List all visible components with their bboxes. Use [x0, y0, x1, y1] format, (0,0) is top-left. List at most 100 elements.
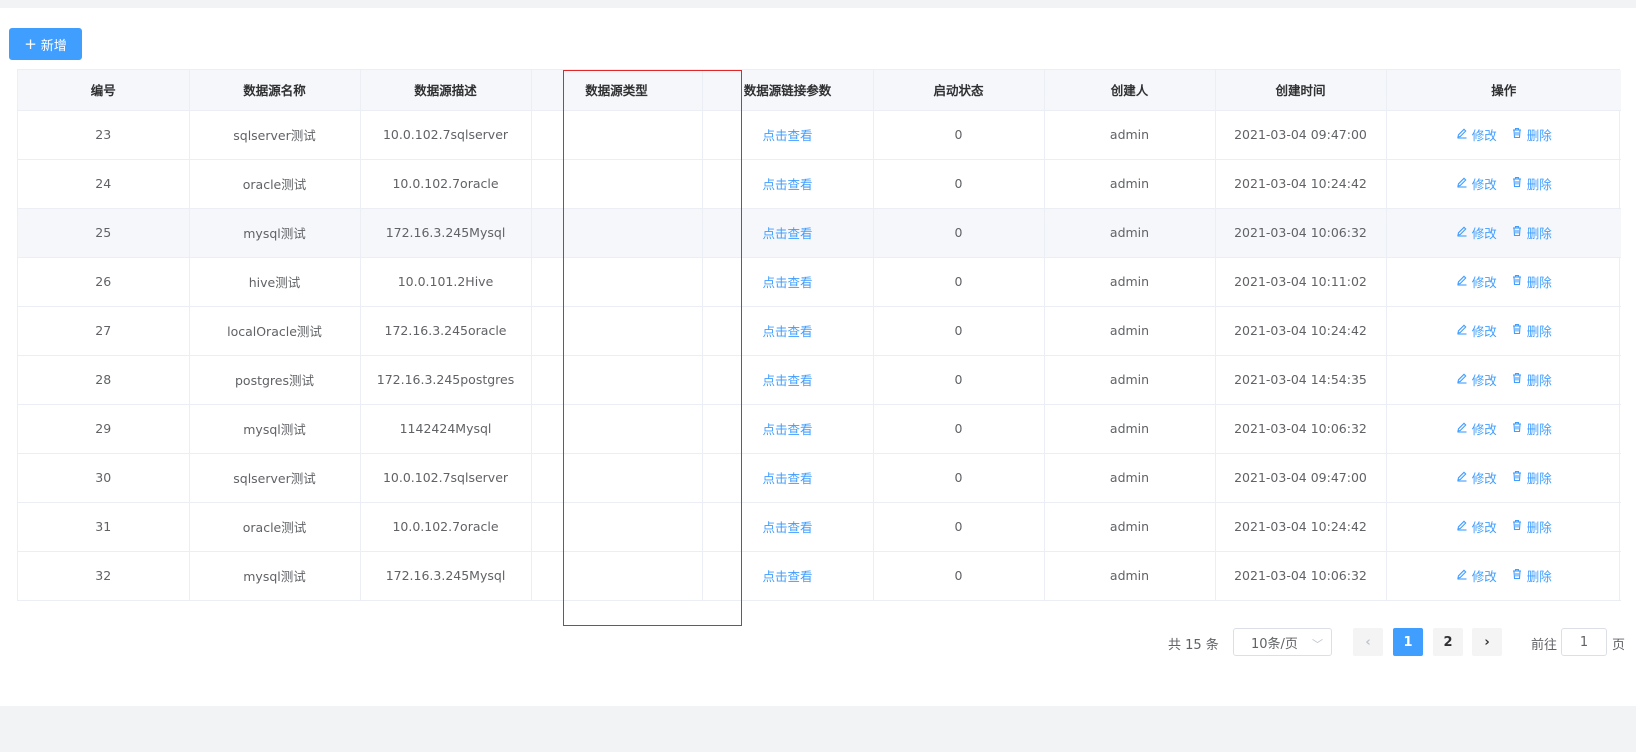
delete-label: 删除 [1526, 373, 1552, 388]
view-link[interactable]: 点击查看 [762, 128, 812, 143]
trash-icon [1511, 323, 1523, 338]
column-header: 创建人 [1044, 70, 1216, 111]
delete-button[interactable]: 删除 [1511, 321, 1552, 340]
edit-button[interactable]: 修改 [1456, 566, 1497, 585]
delete-button[interactable]: 删除 [1511, 419, 1552, 438]
trash-icon [1511, 274, 1523, 289]
edit-button[interactable]: 修改 [1456, 321, 1497, 340]
edit-button[interactable]: 修改 [1456, 370, 1497, 389]
delete-label: 删除 [1526, 226, 1552, 241]
add-button[interactable]: + 新增 [9, 28, 82, 60]
trash-icon [1511, 127, 1523, 142]
cell-type [531, 404, 703, 454]
edit-button[interactable]: 修改 [1456, 468, 1497, 487]
edit-button[interactable]: 修改 [1456, 125, 1497, 144]
table-row: 30 sqlserver测试 10.0.102.7sqlserver 点击查看 0 adm… [18, 453, 1621, 503]
delete-label: 删除 [1526, 275, 1552, 290]
view-link[interactable]: 点击查看 [762, 422, 812, 437]
cell-type [531, 110, 703, 160]
table-body: 23 sqlserver测试 10.0.102.7sqlserver 点击查看 0 adm… [18, 110, 1621, 601]
cell-actions: 修改 删除 [1386, 110, 1621, 160]
trash-icon [1511, 176, 1523, 191]
cell-created-time: 2021-03-04 10:24:42 [1215, 159, 1387, 209]
table-row: 28 postgres测试 172.16.3.245postgres 点击查看 0 adm… [18, 355, 1621, 405]
table-row: 32 mysql测试 172.16.3.245Mysql 点击查看 0 admin 2021… [18, 551, 1621, 601]
delete-button[interactable]: 删除 [1511, 468, 1552, 487]
cell-description: 10.0.102.7oracle [360, 502, 532, 552]
cell-id: 31 [18, 502, 190, 552]
delete-button[interactable]: 删除 [1511, 223, 1552, 242]
cell-type [531, 208, 703, 258]
next-page-button[interactable]: › [1472, 628, 1502, 656]
view-link[interactable]: 点击查看 [762, 471, 812, 486]
top-strip [0, 0, 1636, 8]
cell-id: 28 [18, 355, 190, 405]
delete-button[interactable]: 删除 [1511, 566, 1552, 585]
delete-button[interactable]: 删除 [1511, 174, 1552, 193]
edit-button[interactable]: 修改 [1456, 419, 1497, 438]
cell-type [531, 551, 703, 601]
cell-id: 25 [18, 208, 190, 258]
cell-link-params: 点击查看 [702, 551, 874, 601]
table-row: 29 mysql测试 1142424Mysql 点击查看 0 admin 2021-03-0… [18, 404, 1621, 454]
cell-id: 27 [18, 306, 190, 356]
table-row: 31 oracle测试 10.0.102.7oracle 点击查看 0 admin 2021… [18, 502, 1621, 552]
cell-created-time: 2021-03-04 10:06:32 [1215, 551, 1387, 601]
delete-label: 删除 [1526, 569, 1552, 584]
page-number: 1 [1403, 634, 1413, 650]
cell-status: 0 [873, 551, 1045, 601]
page-button-2[interactable]: 2 [1433, 628, 1463, 656]
edit-label: 修改 [1471, 569, 1497, 584]
delete-label: 删除 [1526, 324, 1552, 339]
edit-button[interactable]: 修改 [1456, 272, 1497, 291]
edit-button[interactable]: 修改 [1456, 223, 1497, 242]
view-link[interactable]: 点击查看 [762, 324, 812, 339]
delete-button[interactable]: 删除 [1511, 272, 1552, 291]
page-suffix: 页 [1612, 638, 1626, 653]
edit-icon [1456, 127, 1468, 142]
goto-page-input[interactable] [1561, 628, 1607, 656]
cell-status: 0 [873, 355, 1045, 405]
trash-icon [1511, 519, 1523, 534]
cell-creator: admin [1044, 551, 1216, 601]
column-header: 数据源描述 [360, 70, 532, 111]
pagination-total: 共 15 条 [1168, 638, 1219, 653]
cell-created-time: 2021-03-04 14:54:35 [1215, 355, 1387, 405]
cell-description: 10.0.102.7sqlserver [360, 453, 532, 503]
cell-creator: admin [1044, 502, 1216, 552]
column-header: 操作 [1386, 70, 1621, 111]
cell-name: localOracle测试 [189, 306, 361, 356]
page-size-select[interactable]: 10条/页 ﹀ [1233, 628, 1332, 656]
edit-button[interactable]: 修改 [1456, 517, 1497, 536]
cell-description: 10.0.102.7sqlserver [360, 110, 532, 160]
delete-button[interactable]: 删除 [1511, 517, 1552, 536]
trash-icon [1511, 568, 1523, 583]
edit-icon [1456, 274, 1468, 289]
cell-id: 26 [18, 257, 190, 307]
cell-status: 0 [873, 208, 1045, 258]
page-button-1[interactable]: 1 [1393, 628, 1423, 656]
prev-page-button[interactable]: ‹ [1353, 628, 1383, 656]
cell-name: mysql测试 [189, 404, 361, 454]
view-link[interactable]: 点击查看 [762, 373, 812, 388]
edit-label: 修改 [1471, 373, 1497, 388]
cell-actions: 修改 删除 [1386, 306, 1621, 356]
view-link[interactable]: 点击查看 [762, 520, 812, 535]
cell-description: 172.16.3.245postgres [360, 355, 532, 405]
cell-type [531, 502, 703, 552]
view-link[interactable]: 点击查看 [762, 569, 812, 584]
delete-button[interactable]: 删除 [1511, 370, 1552, 389]
view-link[interactable]: 点击查看 [762, 177, 812, 192]
cell-link-params: 点击查看 [702, 355, 874, 405]
cell-name: hive测试 [189, 257, 361, 307]
table-row: 24 oracle测试 10.0.102.7oracle 点击查看 0 admin 2021… [18, 159, 1621, 209]
delete-button[interactable]: 删除 [1511, 125, 1552, 144]
cell-type [531, 159, 703, 209]
edit-icon [1456, 421, 1468, 436]
cell-link-params: 点击查看 [702, 208, 874, 258]
view-link[interactable]: 点击查看 [762, 226, 812, 241]
trash-icon [1511, 470, 1523, 485]
edit-button[interactable]: 修改 [1456, 174, 1497, 193]
cell-creator: admin [1044, 110, 1216, 160]
view-link[interactable]: 点击查看 [762, 275, 812, 290]
